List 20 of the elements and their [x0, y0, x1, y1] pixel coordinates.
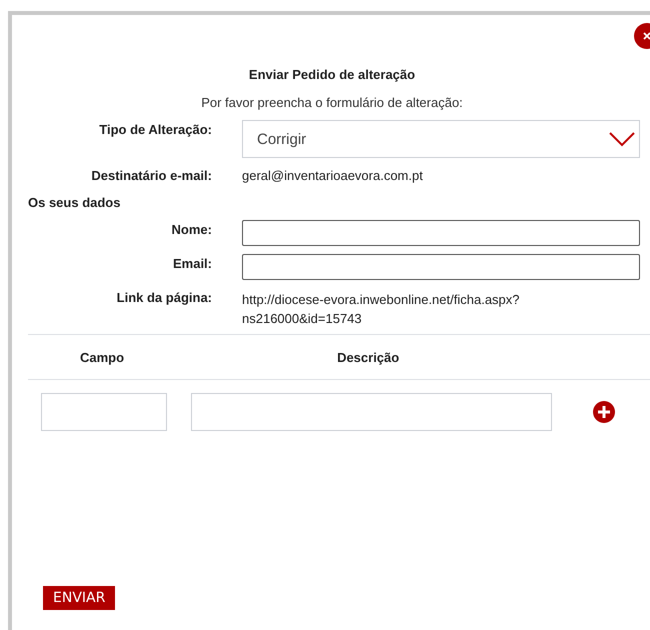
- page-link-text: ns216000&id=15743: [242, 310, 363, 328]
- input-field[interactable]: [242, 220, 640, 246]
- field-label: Tipo de Alteração:: [98, 121, 212, 137]
- add-icon[interactable]: [593, 401, 615, 423]
- page-link-text: http://diocese-evora.inwebonline.net/ficha.aspx?: [242, 291, 520, 309]
- field-label: Destinatário e-mail:: [90, 168, 212, 183]
- recipient-email: geral@inventarioaevora.com.pt: [242, 168, 423, 183]
- type-dropdown[interactable]: Corrigir: [242, 120, 640, 158]
- section-heading: Os seus dados: [28, 195, 122, 210]
- instruction-text: Por favor preencha o formulário de alteração:: [200, 95, 464, 110]
- close-icon: [642, 31, 650, 41]
- submit-button[interactable]: ENVIAR: [43, 586, 116, 610]
- field-label: Link da página:: [116, 290, 212, 305]
- chevron-down-icon: [609, 131, 635, 147]
- dialog-title: Enviar Pedido de alteração: [248, 67, 416, 84]
- field-label: Email:: [172, 255, 212, 271]
- column-header: Descrição: [337, 350, 400, 364]
- column-header: Campo: [80, 350, 124, 364]
- field-label: Nome:: [170, 221, 212, 237]
- input-field[interactable]: [242, 254, 640, 280]
